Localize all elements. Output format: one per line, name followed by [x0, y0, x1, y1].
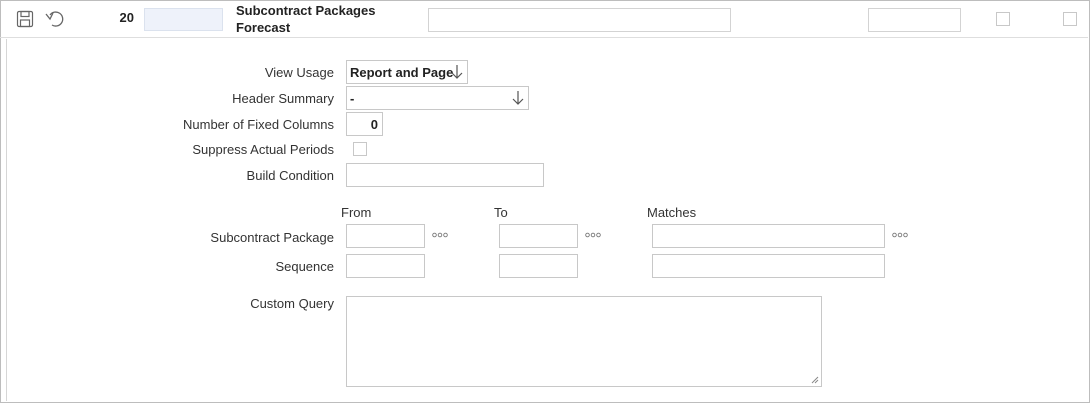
header-extra-input[interactable]: [868, 8, 961, 32]
subcontract-package-to-input[interactable]: [499, 224, 578, 248]
sequence-from-input[interactable]: [346, 254, 425, 278]
suppress-actual-checkbox[interactable]: [353, 142, 367, 156]
view-usage-value: Report and Page: [350, 65, 454, 80]
fixed-columns-label: Number of Fixed Columns: [183, 117, 334, 132]
matches-column-header: Matches: [647, 205, 697, 220]
suppress-actual-label: Suppress Actual Periods: [192, 142, 334, 157]
sequence-matches-input[interactable]: [652, 254, 885, 278]
build-condition-input[interactable]: [346, 163, 544, 187]
sequence-number: 20: [119, 10, 134, 25]
lookup-dots-icon[interactable]: [432, 232, 448, 238]
sequence-label: Sequence: [275, 259, 334, 274]
header-checkbox-2[interactable]: [1063, 12, 1077, 26]
record-title: Subcontract Packages Forecast: [236, 2, 375, 36]
lookup-dots-icon[interactable]: [892, 232, 908, 238]
sequence-to-input[interactable]: [499, 254, 578, 278]
lookup-dots-icon[interactable]: [585, 232, 601, 238]
undo-icon[interactable]: [44, 9, 68, 29]
arrow-down-icon: [451, 65, 463, 79]
to-column-header: To: [494, 205, 508, 220]
header-summary-value: -: [350, 91, 355, 106]
subcontract-package-from-input[interactable]: [346, 224, 425, 248]
custom-query-textarea[interactable]: [346, 296, 822, 387]
from-column-header: From: [341, 205, 372, 220]
custom-query-label: Custom Query: [250, 296, 334, 311]
view-usage-select[interactable]: Report and Page: [346, 60, 468, 84]
record-title-line2: Forecast: [236, 20, 291, 35]
subcontract-package-matches-input[interactable]: [652, 224, 885, 248]
save-icon[interactable]: [16, 10, 34, 28]
build-condition-label: Build Condition: [246, 168, 334, 183]
header-summary-select[interactable]: -: [346, 86, 529, 110]
header-checkbox-1[interactable]: [996, 12, 1010, 26]
subcontract-package-label: Subcontract Package: [210, 230, 334, 245]
fixed-columns-input[interactable]: 0: [346, 112, 383, 136]
header-summary-label: Header Summary: [232, 91, 334, 106]
view-usage-label: View Usage: [264, 65, 334, 80]
record-header-row: 20 Subcontract Packages Forecast: [0, 0, 1088, 38]
description-input[interactable]: [428, 8, 731, 32]
record-title-line1: Subcontract Packages: [236, 3, 376, 18]
arrow-down-icon: [512, 91, 524, 105]
color-indicator-field[interactable]: [144, 8, 223, 31]
resize-grip-icon[interactable]: [810, 375, 819, 384]
